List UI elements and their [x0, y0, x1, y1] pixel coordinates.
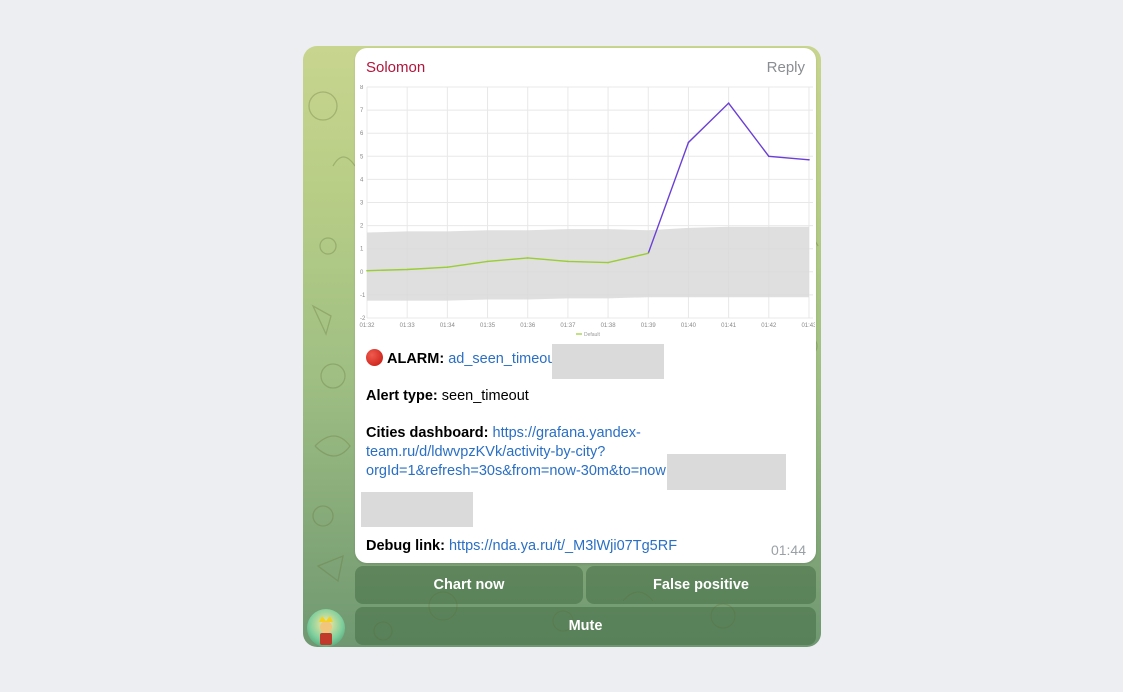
chart-image[interactable]: 8 7 6 5 4 3 2 1 0 -1 -2 01:32 01:33 01:34 01:35 01:36 01… — [357, 85, 815, 340]
alarm-label: ALARM: — [387, 351, 445, 367]
series-point — [567, 260, 569, 263]
series-point — [406, 268, 408, 271]
y-tick-label: -1 — [360, 293, 366, 299]
bot-avatar[interactable] — [307, 609, 345, 647]
sender-name[interactable]: Solomon — [366, 59, 425, 76]
x-tick-label: 01:34 — [440, 323, 456, 329]
redacted-block — [552, 344, 664, 379]
x-tick-label: 01:39 — [641, 323, 657, 329]
y-tick-label: -2 — [360, 316, 366, 322]
legend-label: Default — [584, 332, 600, 338]
series-point — [768, 155, 770, 158]
x-tick-label: 01:41 — [721, 323, 737, 329]
chart-background — [357, 85, 815, 340]
chart-now-button[interactable]: Chart now — [355, 566, 583, 604]
x-tick-label: 01:32 — [359, 323, 375, 329]
series-point — [727, 102, 730, 104]
red-circle-icon — [366, 349, 383, 366]
debug-line: Debug link: https://nda.ya.ru/t/_M3lWji0… — [366, 537, 677, 556]
alarm-line: ALARM: ad_seen_timeout — [366, 349, 559, 369]
x-tick-label: 01:35 — [480, 323, 496, 329]
series-point — [607, 261, 609, 264]
avatar-icon — [319, 616, 333, 645]
alert-type-label: Alert type: — [366, 388, 438, 404]
debug-link[interactable]: https://nda.ya.ru/t/_M3lWji07Tg5RF — [449, 538, 677, 554]
chat-panel: Solomon Reply 8 7 6 5 4 3 2 1 0 -1 -2 01:32 01:33 01:… — [303, 46, 821, 647]
alert-type-value: seen_timeout — [441, 388, 529, 404]
dashboard-link-part3[interactable]: orgId=1&refresh=30s&from=now-30m&to=now — [366, 462, 666, 481]
series-point — [486, 260, 489, 263]
message-bubble: Solomon Reply 8 7 6 5 4 3 2 1 0 -1 -2 01:32 01:33 01:… — [355, 48, 816, 563]
dashboard-label: Cities dashboard: — [366, 425, 489, 441]
redacted-block — [667, 454, 786, 490]
series-point — [446, 266, 449, 268]
x-tick-label: 01:36 — [520, 323, 536, 329]
series-point — [366, 269, 368, 272]
series-point — [526, 257, 529, 259]
x-tick-label: 01:38 — [601, 323, 617, 329]
alarm-link[interactable]: ad_seen_timeout — [448, 351, 559, 367]
x-tick-label: 01:40 — [681, 323, 697, 329]
message-time: 01:44 — [770, 542, 806, 558]
chart-svg: 876543210-1-201:32 01:33 01:34 01:35 01:36 01… — [357, 85, 815, 340]
x-tick-label: 01:42 — [761, 323, 777, 329]
series-point — [647, 252, 650, 255]
expected-range-band — [367, 226, 809, 301]
debug-label: Debug link: — [366, 538, 445, 554]
dashboard-line: Cities dashboard: https://grafana.yandex… — [366, 424, 641, 443]
x-tick-label: 01:37 — [560, 323, 576, 329]
series-point — [808, 158, 810, 161]
mute-button[interactable]: Mute — [355, 607, 816, 645]
series-point — [687, 141, 690, 144]
dashboard-link-part2[interactable]: team.ru/d/ldwvpzKVk/activity-by-city? — [366, 443, 605, 462]
false-positive-button[interactable]: False positive — [586, 566, 816, 604]
x-tick-label: 01:33 — [400, 323, 416, 329]
x-tick-label: 01:43 — [801, 323, 815, 329]
redacted-block — [361, 492, 473, 527]
alert-type-line: Alert type: seen_timeout — [366, 387, 529, 406]
dashboard-link-part1[interactable]: https://grafana.yandex- — [493, 425, 641, 441]
reply-button[interactable]: Reply — [767, 59, 805, 76]
